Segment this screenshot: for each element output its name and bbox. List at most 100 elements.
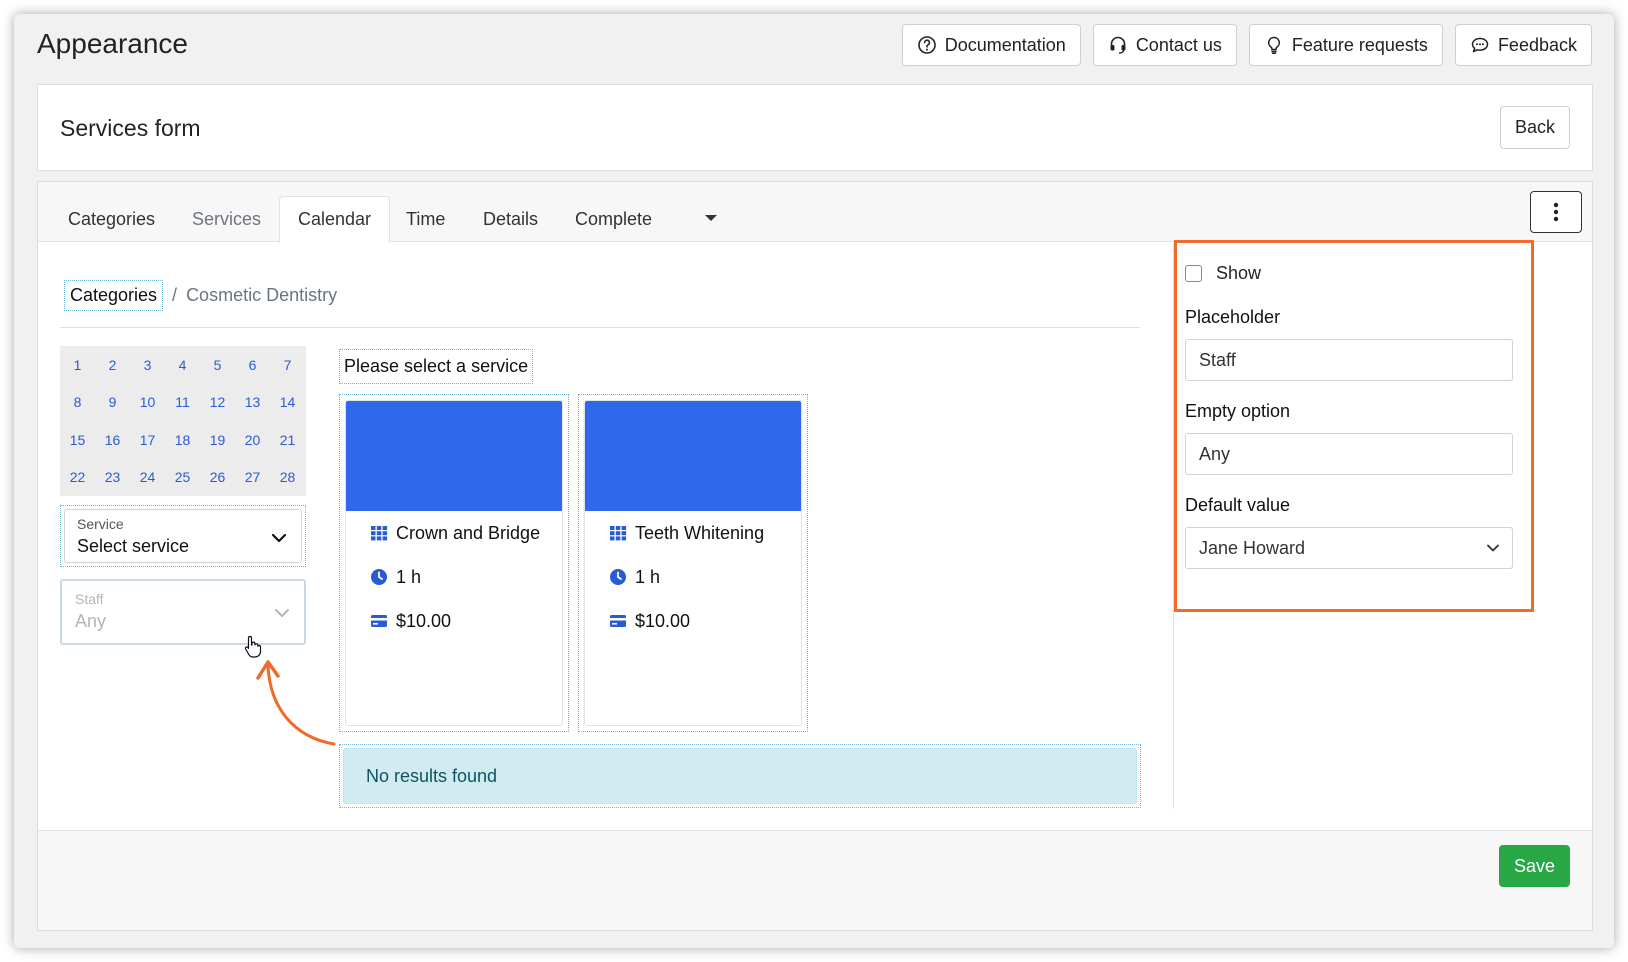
breadcrumb-current: Cosmetic Dentistry — [186, 285, 338, 305]
calendar-day[interactable]: 24 — [130, 469, 165, 485]
top-toolbar: Documentation Contact us Feature request… — [901, 24, 1592, 66]
chevron-down-icon — [1487, 544, 1499, 552]
service-duration: 1 h — [635, 566, 661, 587]
calendar-day[interactable]: 11 — [165, 394, 200, 410]
placeholder-label: Placeholder — [1185, 307, 1281, 327]
tab-calendar[interactable]: Calendar — [279, 196, 391, 243]
calendar-day[interactable]: 18 — [165, 432, 200, 448]
feature-requests-button[interactable]: Feature requests — [1248, 24, 1443, 66]
breadcrumb-divider — [60, 327, 1140, 328]
save-button[interactable]: Save — [1498, 845, 1570, 887]
clock-icon — [610, 569, 626, 585]
service-name: Teeth Whitening — [635, 522, 765, 543]
service-price-row: $10.00 — [585, 599, 801, 643]
calendar-day[interactable]: 26 — [200, 469, 235, 485]
feedback-label: Feedback — [1497, 34, 1577, 55]
breadcrumb: Categories / Cosmetic Dentistry — [64, 280, 337, 311]
calendar-day[interactable]: 4 — [165, 357, 200, 373]
service-select-label: Service — [77, 516, 124, 532]
form-editor-card: Categories Services Calendar Time Detail… — [37, 181, 1593, 931]
calendar-day[interactable]: 17 — [130, 432, 165, 448]
tab-time[interactable]: Time — [388, 196, 463, 242]
field-settings-panel: Show Placeholder Staff Empty option Any … — [1174, 240, 1534, 612]
calendar-day[interactable]: 27 — [235, 469, 270, 485]
service-card-wrapper: Teeth Whitening 1 h $10.00 — [578, 394, 808, 732]
placeholder-input[interactable]: Staff — [1185, 339, 1513, 381]
calendar-week-row: 1 2 3 4 5 6 7 — [60, 346, 306, 384]
service-name-row: Teeth Whitening — [585, 511, 801, 555]
app-window: Appearance Documentation Contact us Feat… — [14, 14, 1614, 948]
headset-icon — [1110, 36, 1126, 54]
contact-us-button[interactable]: Contact us — [1092, 24, 1237, 66]
empty-option-label: Empty option — [1185, 401, 1291, 421]
calendar-day[interactable]: 16 — [95, 432, 130, 448]
no-results-alert: No results found — [343, 748, 1137, 804]
calendar-week-row: 22 23 24 25 26 27 28 — [60, 459, 306, 497]
tab-complete[interactable]: Complete — [557, 196, 670, 242]
default-value-label: Default value — [1185, 495, 1291, 515]
show-checkbox-row[interactable]: Show — [1185, 263, 1531, 284]
calendar-day[interactable]: 28 — [270, 469, 305, 485]
clock-icon — [371, 569, 387, 585]
credit-card-icon — [610, 615, 626, 627]
back-button[interactable]: Back — [1499, 106, 1570, 149]
lightbulb-icon — [1267, 36, 1280, 55]
more-options-button[interactable] — [1530, 191, 1582, 233]
calendar-day[interactable]: 3 — [130, 357, 165, 373]
grid-icon — [610, 526, 627, 541]
calendar-day[interactable]: 12 — [200, 394, 235, 410]
breadcrumb-categories-link[interactable]: Categories — [64, 280, 164, 311]
placeholder-input-value: Staff — [1199, 349, 1236, 370]
calendar-day[interactable]: 5 — [200, 357, 235, 373]
tabs-dropdown-caret-icon[interactable] — [705, 215, 717, 221]
calendar-day[interactable]: 10 — [130, 394, 165, 410]
calendar-day[interactable]: 6 — [235, 357, 270, 373]
service-select[interactable]: Service Select service — [64, 509, 302, 563]
kebab-menu-icon — [1553, 202, 1559, 222]
service-image — [585, 401, 801, 511]
service-price: $10.00 — [396, 610, 452, 631]
tab-categories[interactable]: Categories — [50, 196, 173, 242]
calendar-day[interactable]: 19 — [200, 432, 235, 448]
show-checkbox[interactable] — [1185, 265, 1202, 282]
calendar-day[interactable]: 22 — [60, 469, 95, 485]
calendar-day[interactable]: 2 — [95, 357, 130, 373]
calendar-day[interactable]: 23 — [95, 469, 130, 485]
calendar-day[interactable]: 21 — [270, 432, 305, 448]
date-calendar: 1 2 3 4 5 6 7 8 9 10 11 12 13 14 15 16 1… — [60, 346, 306, 496]
contact-us-label: Contact us — [1135, 34, 1222, 55]
documentation-button[interactable]: Documentation — [901, 24, 1081, 66]
staff-select-label: Staff — [75, 591, 104, 607]
tab-services[interactable]: Services — [174, 196, 279, 242]
service-card[interactable]: Teeth Whitening 1 h $10.00 — [584, 400, 802, 726]
calendar-day[interactable]: 8 — [60, 394, 95, 410]
calendar-day[interactable]: 20 — [235, 432, 270, 448]
chat-bubble-icon — [1471, 37, 1489, 53]
calendar-day[interactable]: 15 — [60, 432, 95, 448]
service-name-row: Crown and Bridge — [346, 511, 562, 555]
service-card[interactable]: Crown and Bridge 1 h $10.00 — [345, 400, 563, 726]
show-checkbox-label: Show — [1216, 263, 1262, 283]
service-name: Crown and Bridge — [396, 522, 541, 543]
service-duration: 1 h — [396, 566, 422, 587]
service-image — [346, 401, 562, 511]
staff-select-value: Any — [75, 611, 107, 631]
service-price-row: $10.00 — [346, 599, 562, 643]
feedback-button[interactable]: Feedback — [1454, 24, 1592, 66]
service-card-wrapper: Crown and Bridge 1 h $10.00 — [339, 394, 569, 732]
services-heading: Please select a service — [339, 349, 534, 384]
no-results-wrapper: No results found — [339, 744, 1141, 808]
empty-option-input[interactable]: Any — [1185, 433, 1513, 475]
staff-select[interactable]: Staff Any — [60, 579, 306, 645]
calendar-day[interactable]: 1 — [60, 357, 95, 373]
form-header-card: Services form Back — [37, 84, 1593, 171]
tab-details[interactable]: Details — [465, 196, 556, 242]
calendar-day[interactable]: 25 — [165, 469, 200, 485]
question-circle-icon — [917, 36, 936, 54]
calendar-day[interactable]: 7 — [270, 357, 305, 373]
documentation-label: Documentation — [944, 34, 1066, 55]
default-value-select[interactable]: Jane Howard — [1185, 527, 1513, 569]
calendar-day[interactable]: 9 — [95, 394, 130, 410]
calendar-day[interactable]: 14 — [270, 394, 305, 410]
calendar-day[interactable]: 13 — [235, 394, 270, 410]
